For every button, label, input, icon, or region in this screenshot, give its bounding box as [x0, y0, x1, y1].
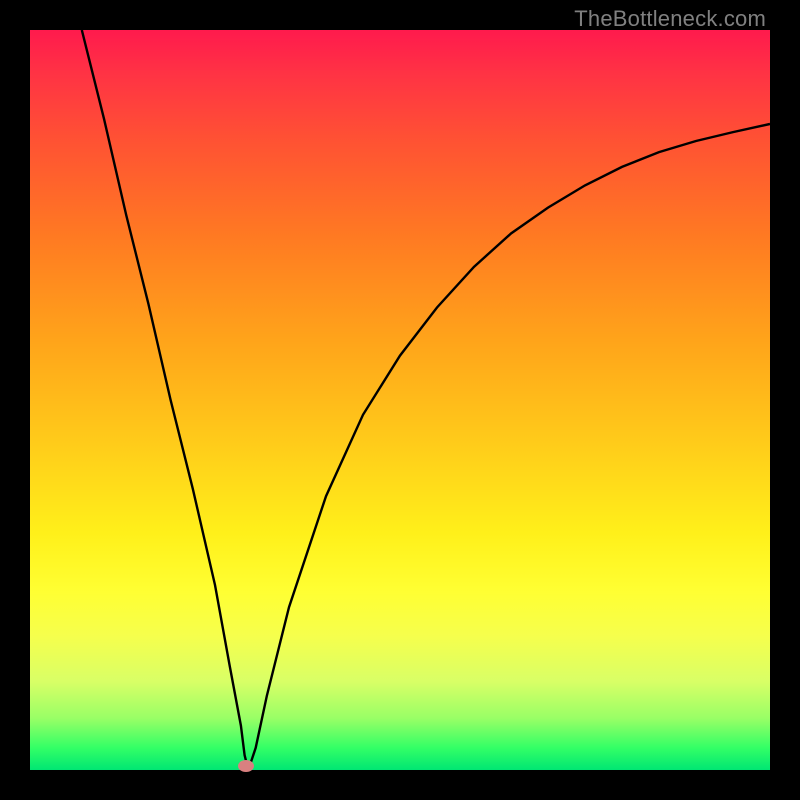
plot-area	[30, 30, 770, 770]
watermark-text: TheBottleneck.com	[574, 6, 766, 32]
chart-frame: TheBottleneck.com	[0, 0, 800, 800]
curve-path	[82, 30, 770, 770]
bottleneck-curve	[30, 30, 770, 770]
minimum-marker	[238, 760, 254, 772]
